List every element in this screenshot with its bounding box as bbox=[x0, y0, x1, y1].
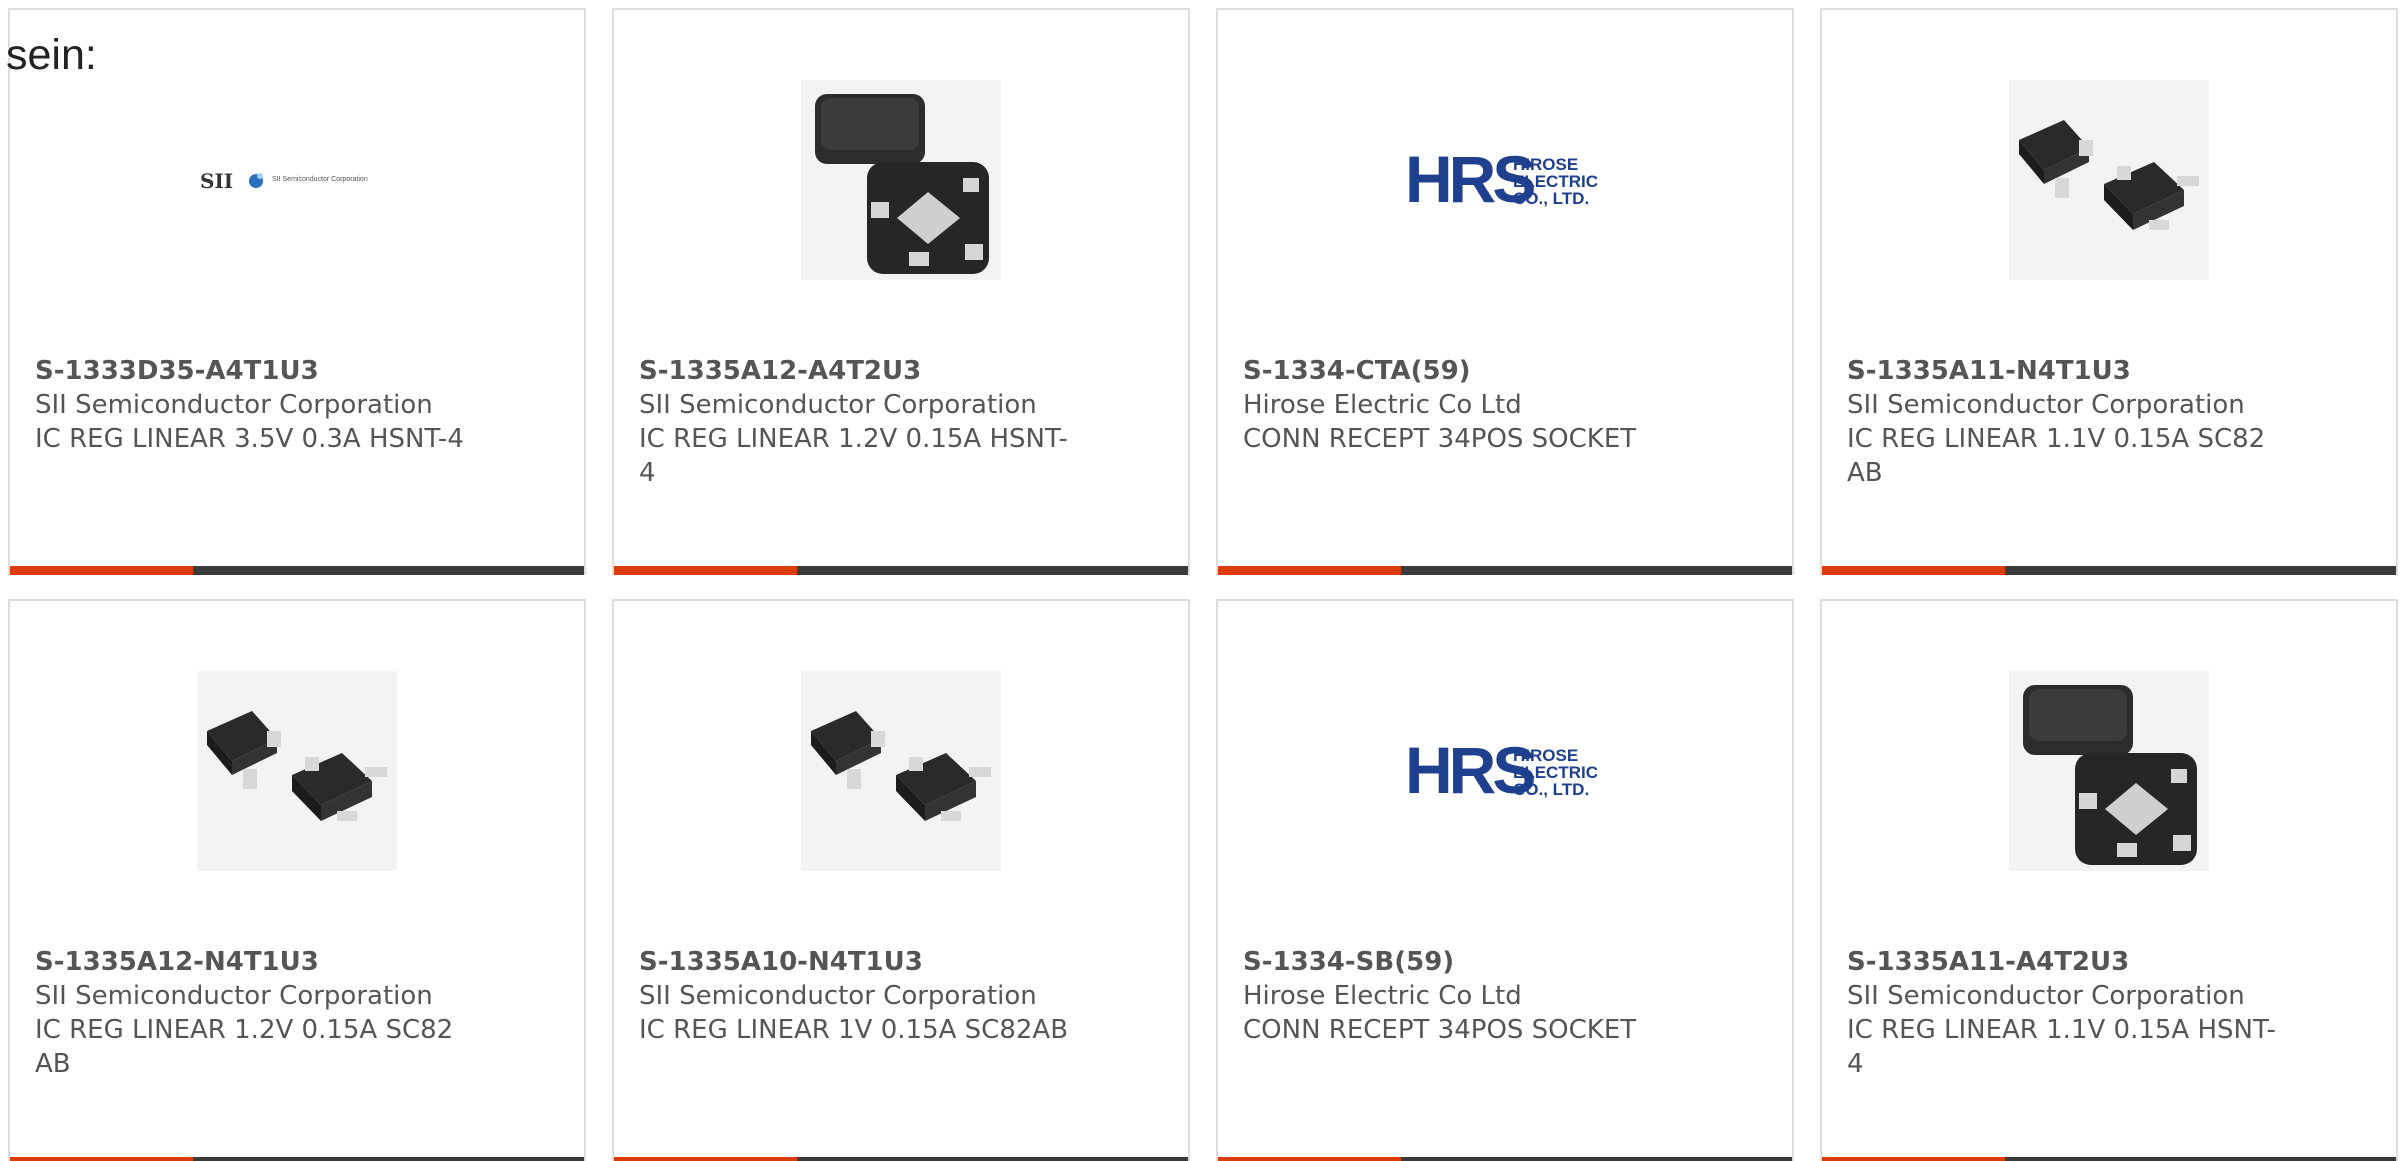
hrs-logo-line: CO., LTD. bbox=[1513, 780, 1589, 799]
part-number-link[interactable]: S-1334-SB(59) bbox=[1243, 945, 1673, 979]
part-number-link[interactable]: S-1335A11-N4T1U3 bbox=[1847, 354, 2277, 388]
part-description: CONN RECEPT 34POS SOCKET bbox=[1243, 1015, 1637, 1045]
manufacturer-name: SII Semiconductor Corporation bbox=[639, 390, 1037, 420]
part-number-link[interactable]: S-1335A11-A4T2U3 bbox=[1847, 945, 2277, 979]
manufacturer-name: Hirose Electric Co Ltd bbox=[1243, 981, 1522, 1011]
card-accent-bar bbox=[10, 566, 584, 575]
manufacturer-name: SII Semiconductor Corporation bbox=[1847, 390, 2245, 420]
card-accent-bar bbox=[614, 566, 1188, 575]
product-card[interactable]: S-1335A11-N4T1U3 SII Semiconductor Corpo… bbox=[1820, 8, 2398, 575]
product-card[interactable]: S-1335A12-N4T1U3 SII Semiconductor Corpo… bbox=[8, 599, 586, 1161]
part-number-link[interactable]: S-1335A12-N4T1U3 bbox=[35, 945, 465, 979]
product-card[interactable]: HRS HIROSE ELECTRIC CO., LTD. S-1334-SB(… bbox=[1216, 599, 1794, 1161]
product-grid: SII SII Semiconductor Corporation S-1333… bbox=[0, 0, 2400, 1161]
part-number-link[interactable]: S-1334-CTA(59) bbox=[1243, 354, 1673, 388]
manufacturer-name: SII Semiconductor Corporation bbox=[35, 390, 433, 420]
card-accent-bar bbox=[1822, 566, 2396, 575]
part-description: IC REG LINEAR 3.5V 0.3A HSNT-4 bbox=[35, 424, 464, 454]
hsnt-package-image bbox=[2009, 671, 2209, 871]
hrs-logo-line: CO., LTD. bbox=[1513, 189, 1589, 208]
manufacturer-name: Hirose Electric Co Ltd bbox=[1243, 390, 1522, 420]
manufacturer-name: SII Semiconductor Corporation bbox=[639, 981, 1037, 1011]
sii-logo-caption: SII Semiconductor Corporation bbox=[272, 176, 368, 183]
card-accent-bar bbox=[1822, 1157, 2396, 1161]
part-description: IC REG LINEAR 1.1V 0.15A HSNT-4 bbox=[1847, 1015, 2276, 1079]
product-card[interactable]: HRS HIROSE ELECTRIC CO., LTD. S-1334-CTA… bbox=[1216, 8, 1794, 575]
sc82ab-package-image bbox=[197, 671, 397, 871]
part-number-link[interactable]: S-1333D35-A4T1U3 bbox=[35, 354, 465, 388]
manufacturer-name: SII Semiconductor Corporation bbox=[1847, 981, 2245, 1011]
sii-logo: SII SII Semiconductor Corporation bbox=[197, 80, 397, 280]
product-card[interactable]: S-1335A10-N4T1U3 SII Semiconductor Corpo… bbox=[612, 599, 1190, 1161]
part-description: IC REG LINEAR 1V 0.15A SC82AB bbox=[639, 1015, 1069, 1045]
card-accent-bar bbox=[1218, 566, 1792, 575]
hrs-logo: HRS HIROSE ELECTRIC CO., LTD. bbox=[1405, 671, 1605, 871]
part-number-link[interactable]: S-1335A10-N4T1U3 bbox=[639, 945, 1069, 979]
card-accent-bar bbox=[10, 1157, 584, 1161]
product-card[interactable]: S-1335A11-A4T2U3 SII Semiconductor Corpo… bbox=[1820, 599, 2398, 1161]
card-accent-bar bbox=[614, 1157, 1188, 1161]
sc82ab-package-image bbox=[2009, 80, 2209, 280]
part-description: CONN RECEPT 34POS SOCKET bbox=[1243, 424, 1637, 454]
section-heading: sein: bbox=[6, 31, 97, 79]
part-description: IC REG LINEAR 1.1V 0.15A SC82AB bbox=[1847, 424, 2266, 488]
card-accent-bar bbox=[1218, 1157, 1792, 1161]
manufacturer-name: SII Semiconductor Corporation bbox=[35, 981, 433, 1011]
sc82ab-package-image bbox=[801, 671, 1001, 871]
hrs-logo: HRS HIROSE ELECTRIC CO., LTD. bbox=[1405, 80, 1605, 280]
product-card[interactable]: S-1335A12-A4T2U3 SII Semiconductor Corpo… bbox=[612, 8, 1190, 575]
product-card[interactable]: SII SII Semiconductor Corporation S-1333… bbox=[8, 8, 586, 575]
sii-logo-text: SII bbox=[200, 169, 233, 193]
part-number-link[interactable]: S-1335A12-A4T2U3 bbox=[639, 354, 1069, 388]
hsnt-package-image bbox=[801, 80, 1001, 280]
part-description: IC REG LINEAR 1.2V 0.15A SC82AB bbox=[35, 1015, 454, 1079]
part-description: IC REG LINEAR 1.2V 0.15A HSNT-4 bbox=[639, 424, 1068, 488]
